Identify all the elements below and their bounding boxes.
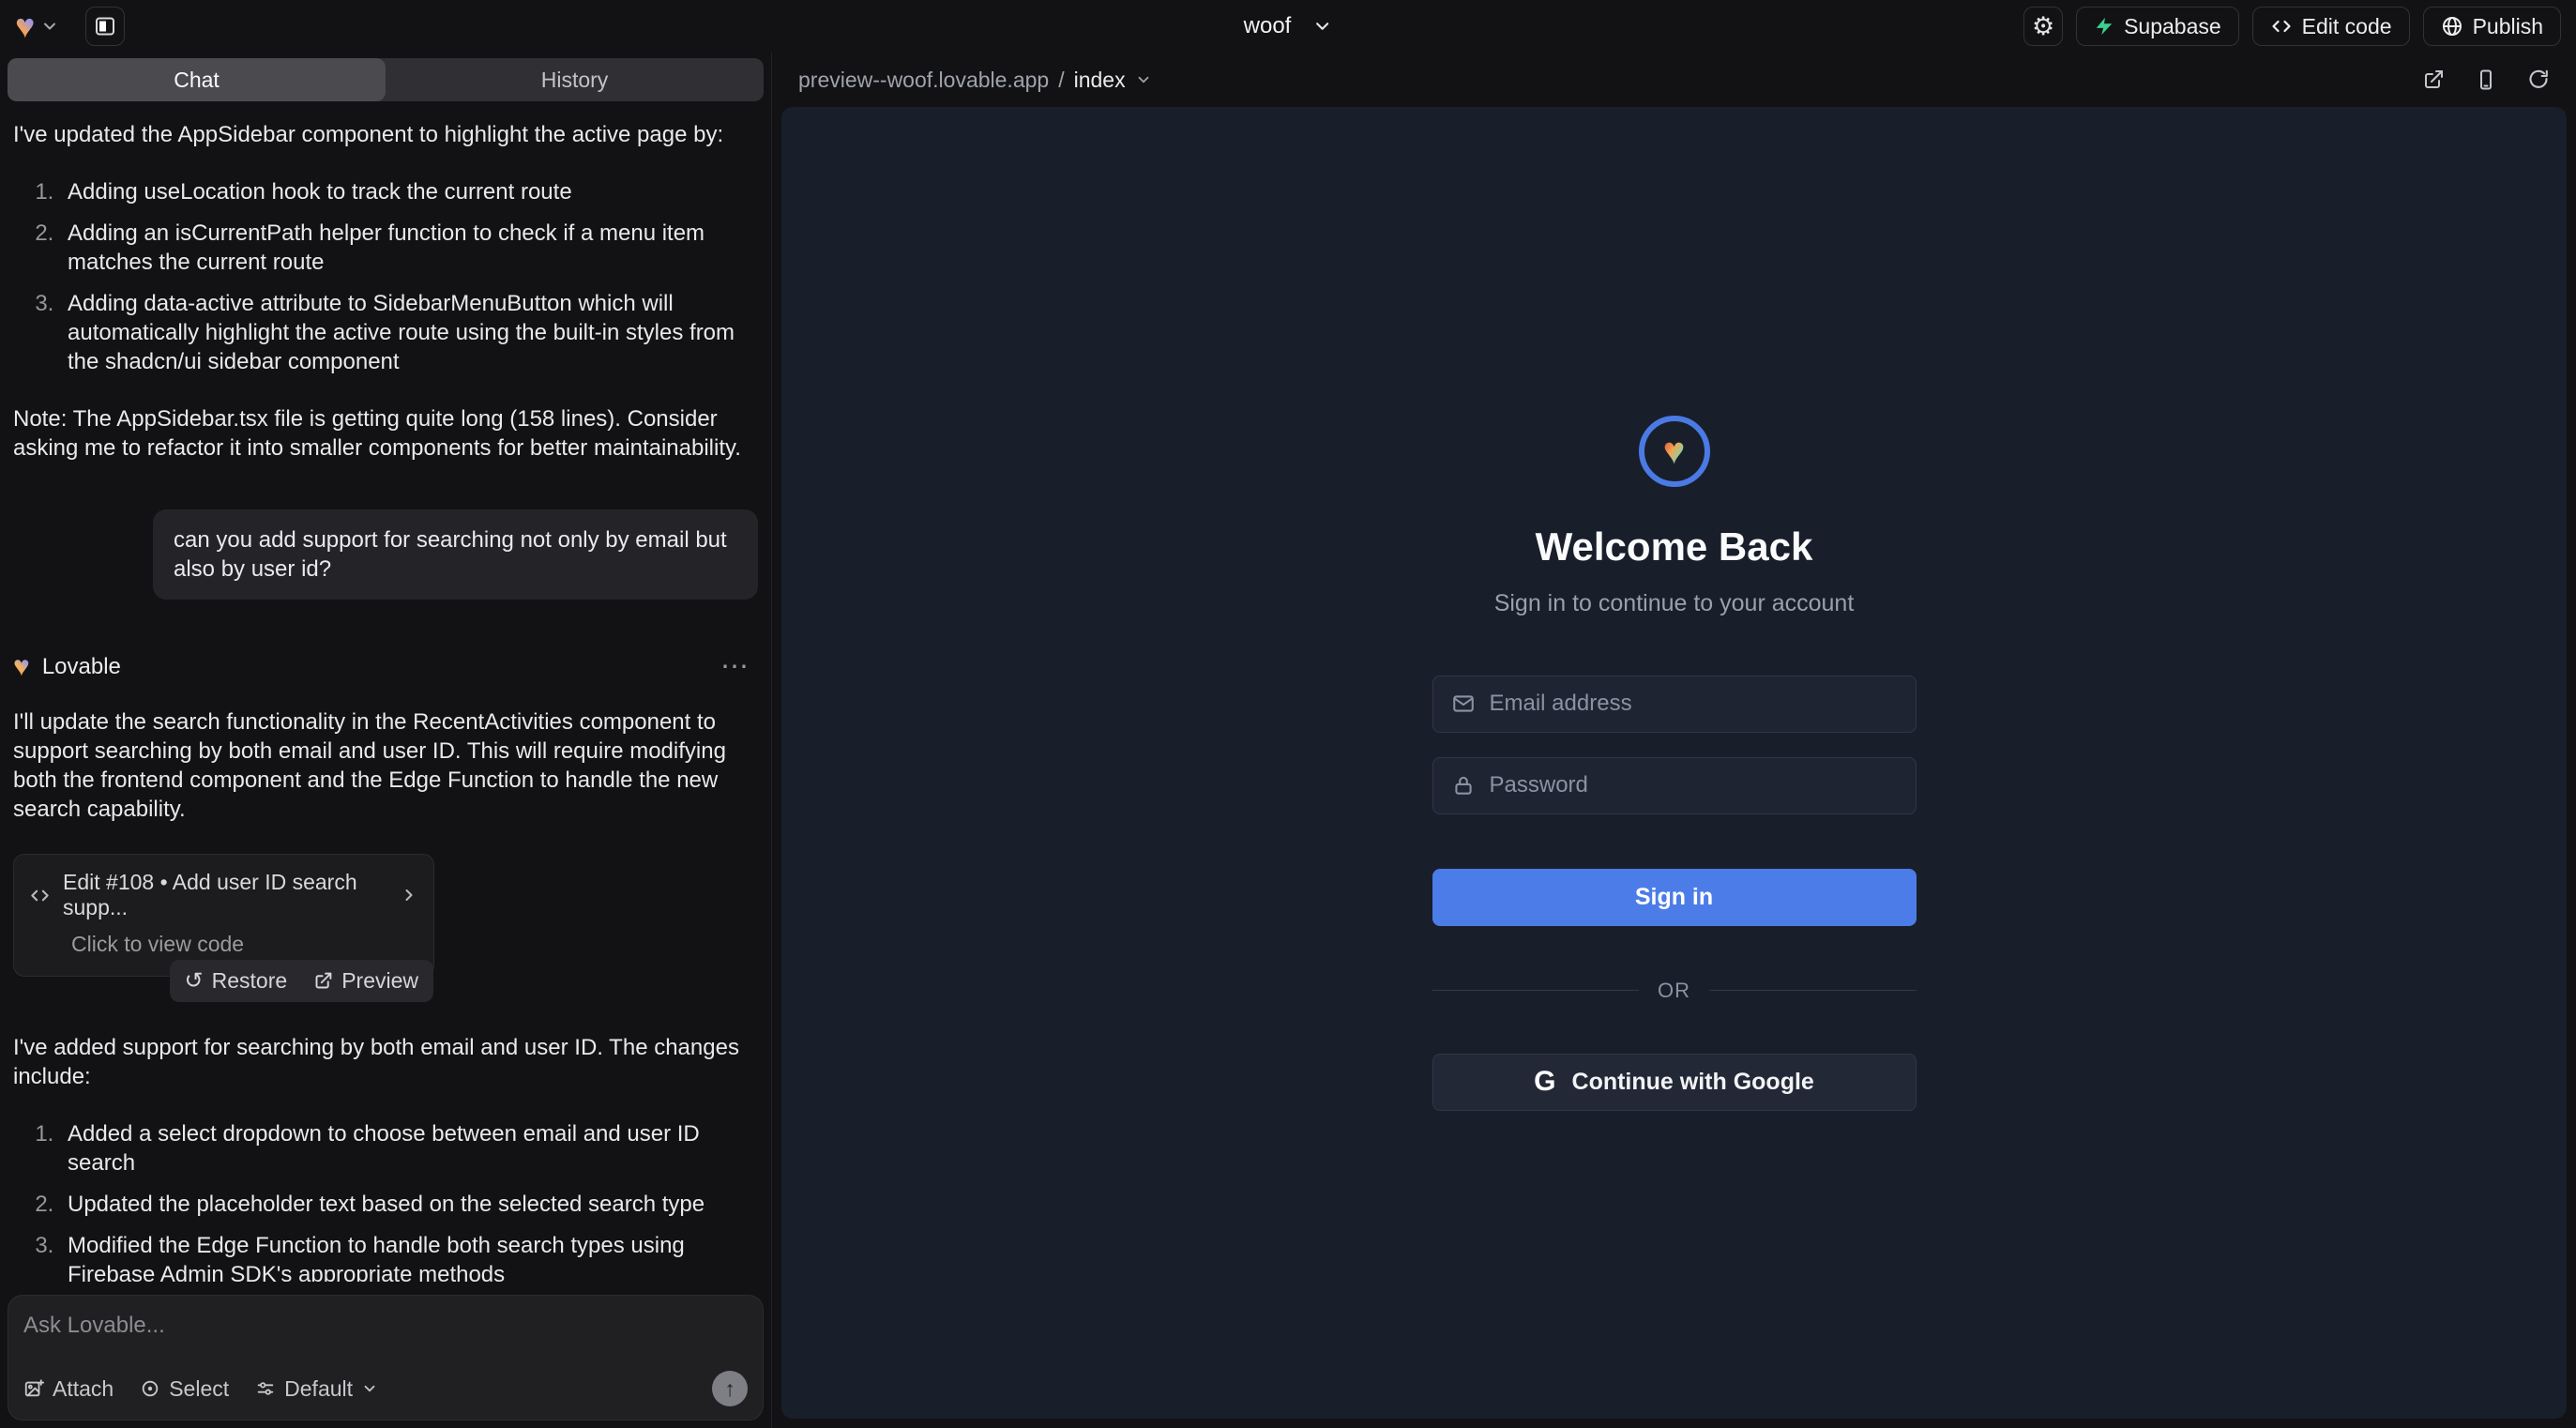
assistant-message-intro: I've updated the AppSidebar component to… [13,120,758,149]
app-logo: ♥ [1639,416,1710,487]
edit-card-subtitle: Click to view code [71,932,418,957]
restore-label: Restore [212,968,288,994]
edit-card-actions: ↺ Restore Preview [170,960,433,1002]
settings-button[interactable]: ⚙ [2023,7,2063,46]
divider-line [1432,990,1640,991]
chevron-right-icon [400,886,418,904]
sidebar-toggle-button[interactable] [85,7,125,46]
publish-label: Publish [2473,14,2543,39]
code-icon [2270,15,2293,38]
chat-tabs: Chat History [8,58,764,101]
attach-label: Attach [53,1376,114,1402]
edit-version-card[interactable]: Edit #108 • Add user ID search supp... C… [13,854,434,977]
arrow-up-icon: ↑ [724,1376,735,1402]
mode-selector[interactable]: Default [255,1376,378,1402]
image-attach-icon [23,1378,44,1399]
restore-button[interactable]: ↺ Restore [185,968,288,994]
assistant-name: Lovable [42,654,121,680]
message-more-icon[interactable]: ⋯ [720,650,749,683]
assistant-message-list: Added a select dropdown to choose betwee… [13,1119,758,1282]
select-label: Select [169,1376,229,1402]
project-name: woof [1244,13,1292,39]
gear-icon: ⚙ [2032,14,2054,39]
email-field[interactable] [1432,676,1917,733]
divider-line [1709,990,1917,991]
refresh-button[interactable] [2527,68,2550,91]
sliders-icon [255,1378,276,1399]
code-icon [29,885,51,906]
tab-chat[interactable]: Chat [8,58,386,101]
password-field[interactable] [1432,757,1917,814]
lock-icon [1451,773,1476,798]
user-message-bubble: can you add support for searching not on… [153,509,758,600]
restore-icon: ↺ [185,971,204,992]
edit-card-title: Edit #108 • Add user ID search supp... [63,870,387,920]
preview-panel: preview--woof.lovable.app / index [772,53,2576,1428]
or-divider: OR [1432,979,1917,1003]
chat-input[interactable] [23,1313,748,1339]
google-sign-in-button[interactable]: G Continue with Google [1432,1054,1917,1111]
preview-app-viewport: ♥ Welcome Back Sign in to continue to yo… [781,107,2567,1419]
list-item: Updated the placeholder text based on th… [60,1190,758,1219]
envelope-icon [1451,691,1476,716]
open-in-new-tab-button[interactable] [2422,68,2445,91]
list-item: Modified the Edge Function to handle bot… [60,1231,758,1282]
edit-code-button[interactable]: Edit code [2252,7,2410,46]
mobile-view-button[interactable] [2475,68,2497,91]
globe-icon [2441,15,2463,38]
assistant-message-list: Adding useLocation hook to track the cur… [13,177,758,376]
preview-button[interactable]: Preview [313,968,418,994]
composer: Attach Select Default [8,1295,764,1420]
login-subtitle: Sign in to continue to your account [1494,590,1855,617]
preview-label: Preview [341,968,418,994]
assistant-message-note: Note: The AppSidebar.tsx file is getting… [13,404,758,463]
supabase-bolt-icon [2094,16,2114,37]
chat-panel: Chat History I've updated the AppSidebar… [0,53,772,1428]
target-icon [140,1378,160,1399]
preview-domain: preview--woof.lovable.app [798,68,1049,93]
lovable-logo-heart-icon[interactable]: ♥ [15,9,35,43]
supabase-label: Supabase [2124,14,2221,39]
mode-label: Default [284,1376,353,1402]
assistant-message-intro: I'll update the search functionality in … [13,707,758,824]
app-logo-heart-icon: ♥ [1663,433,1686,470]
lovable-avatar-heart-icon: ♥ [13,653,30,681]
google-button-label: Continue with Google [1572,1069,1814,1096]
send-button[interactable]: ↑ [712,1371,748,1406]
preview-url-dropdown[interactable]: preview--woof.lovable.app / index [798,68,1152,93]
project-switcher[interactable]: woof [1244,13,1333,39]
topbar-actions: ⚙ Supabase Edit code Publish [2023,7,2561,46]
list-item: Adding data-active attribute to SidebarM… [60,289,758,376]
logo-chevron-down-icon[interactable] [40,17,59,36]
url-separator: / [1058,68,1064,93]
select-button[interactable]: Select [140,1376,229,1402]
assistant-header: ♥ Lovable ⋯ [13,650,758,683]
chevron-down-icon [361,1380,378,1397]
password-input[interactable] [1490,772,1898,798]
tab-history[interactable]: History [386,58,764,101]
chat-message-list[interactable]: I've updated the AppSidebar component to… [0,101,771,1282]
or-label: OR [1658,979,1690,1003]
login-card: ♥ Welcome Back Sign in to continue to yo… [1432,416,1917,1111]
preview-page: index [1074,68,1126,93]
publish-button[interactable]: Publish [2423,7,2561,46]
chevron-down-icon [1135,71,1152,88]
list-item: Adding an isCurrentPath helper function … [60,219,758,277]
assistant-message-summary: I've added support for searching by both… [13,1033,758,1091]
email-input[interactable] [1490,691,1898,717]
attach-button[interactable]: Attach [23,1376,114,1402]
preview-header: preview--woof.lovable.app / index [772,53,2576,107]
sign-in-button[interactable]: Sign in [1432,869,1917,926]
project-chevron-down-icon [1311,16,1332,37]
external-link-icon [313,971,333,991]
login-title: Welcome Back [1536,524,1813,570]
supabase-button[interactable]: Supabase [2076,7,2239,46]
topbar: ♥ woof ⚙ Supabase Edit code [0,0,2576,53]
edit-code-label: Edit code [2302,14,2392,39]
list-item: Added a select dropdown to choose betwee… [60,1119,758,1177]
google-g-icon: G [1534,1066,1555,1098]
list-item: Adding useLocation hook to track the cur… [60,177,758,206]
